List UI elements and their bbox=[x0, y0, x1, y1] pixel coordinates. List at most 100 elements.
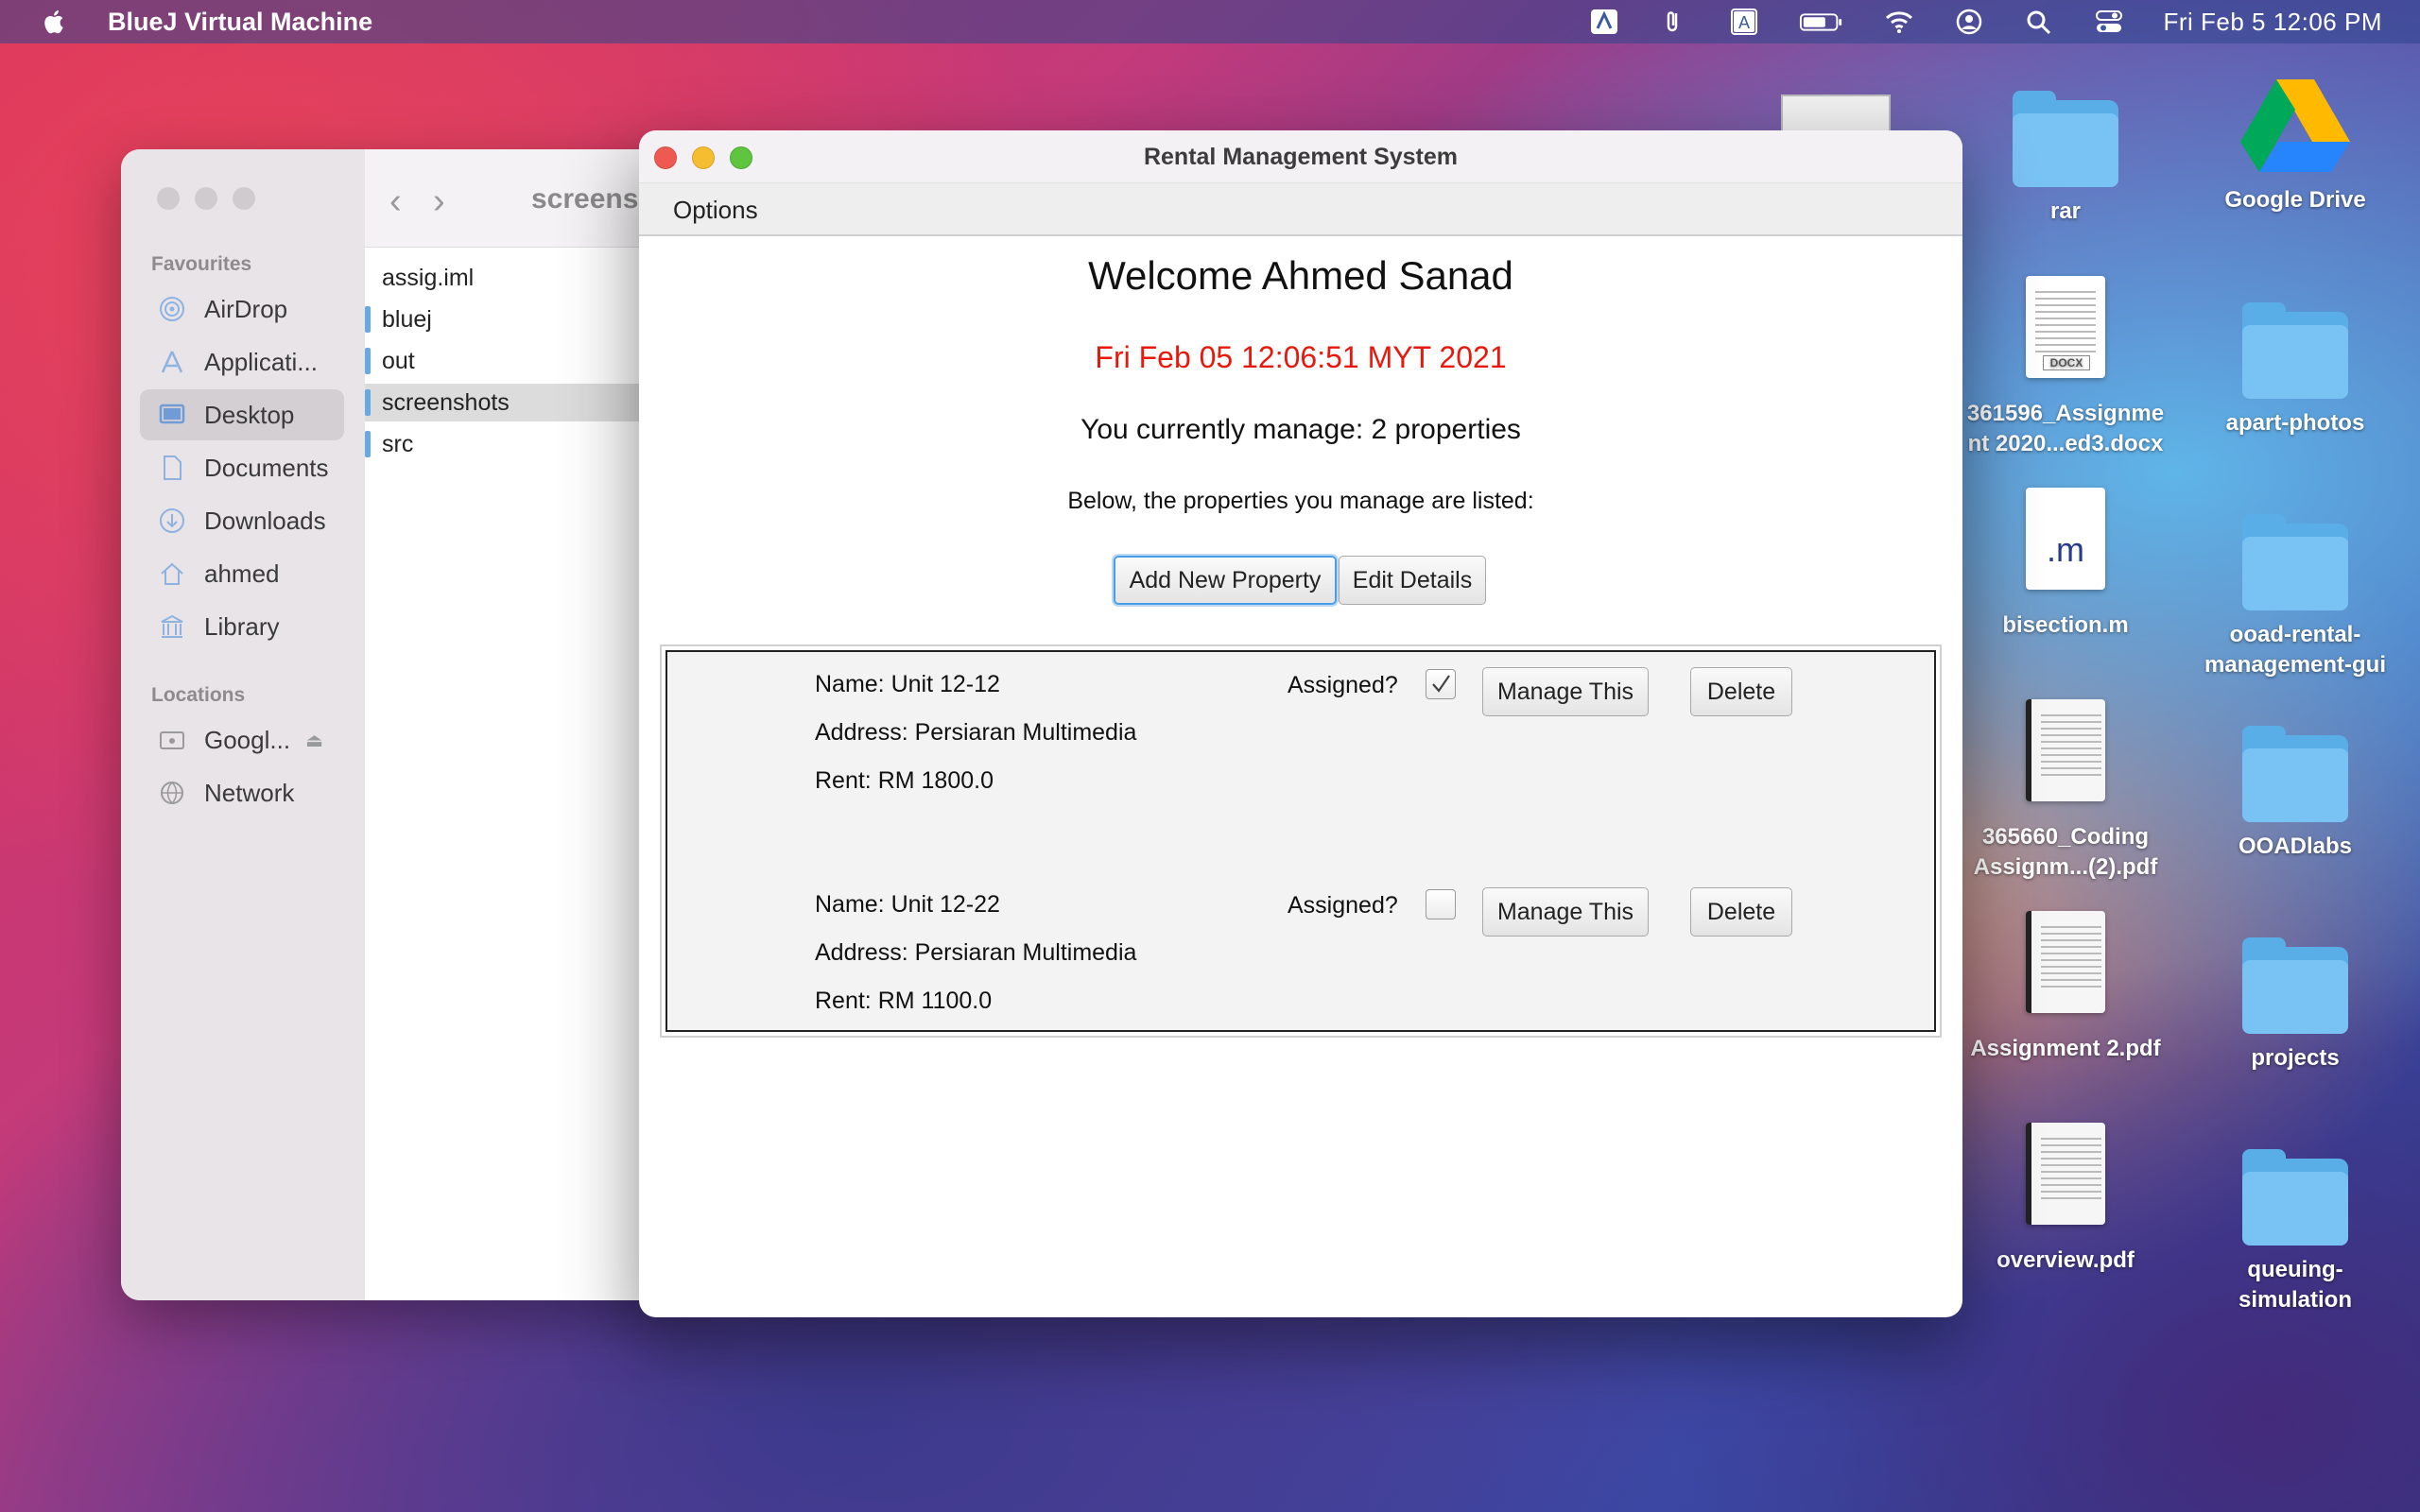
apple-icon[interactable] bbox=[38, 5, 72, 39]
wifi-icon[interactable] bbox=[1883, 8, 1915, 36]
manage-this-button[interactable]: Manage This bbox=[1482, 887, 1649, 936]
pdf-file-icon bbox=[2009, 699, 2122, 816]
desktop-icon-coding-assignment[interactable]: 365660_Coding Assignm...(2).pdf bbox=[1957, 699, 2174, 883]
back-icon[interactable]: ‹ bbox=[389, 181, 402, 222]
folder-icon bbox=[365, 389, 371, 416]
keyboard-a-icon[interactable]: A bbox=[1728, 8, 1760, 36]
properties-list: Name: Unit 12-12 Address: Persiaran Mult… bbox=[660, 644, 1942, 1038]
folder-icon bbox=[365, 431, 371, 457]
google-drive-icon bbox=[2238, 72, 2352, 191]
eject-icon[interactable]: ⏏ bbox=[305, 729, 323, 752]
spotlight-icon[interactable] bbox=[2023, 8, 2055, 36]
desktop-icon-apart-photos[interactable]: apart-photos bbox=[2187, 299, 2404, 438]
file-name: src bbox=[382, 430, 414, 457]
m-file-icon: .m bbox=[2009, 488, 2122, 605]
desktop-icon-label: OOADlabs bbox=[2238, 833, 2353, 859]
sidebar-item-label: ahmed bbox=[204, 558, 280, 588]
docx-file-icon: DOCX bbox=[2009, 276, 2122, 393]
delete-button[interactable]: Delete bbox=[1690, 667, 1792, 716]
checkmark-icon bbox=[1432, 675, 1450, 693]
favourites-header: Favourites bbox=[151, 253, 252, 275]
file-name: out bbox=[382, 347, 415, 374]
desktop-icon-docx[interactable]: DOCX 361596_Assignme nt 2020...ed3.docx bbox=[1957, 276, 2174, 459]
sidebar-item-library[interactable]: Library bbox=[140, 601, 344, 652]
minimize-button[interactable] bbox=[195, 187, 217, 210]
desktop-icon-projects[interactable]: projects bbox=[2187, 934, 2404, 1074]
finder-title: screens bbox=[531, 183, 639, 215]
desktop-icon-assignment-2[interactable]: Assignment 2.pdf bbox=[1957, 911, 2174, 1064]
desktop-icon bbox=[157, 400, 187, 430]
desktop-icon-google-drive[interactable]: Google Drive bbox=[2187, 72, 2404, 215]
rental-management-window: Rental Management System Options Welcome… bbox=[639, 130, 1962, 1317]
folder-icon bbox=[2238, 934, 2352, 1038]
desktop-icon-label: ooad-rental-management-gui bbox=[2204, 622, 2387, 678]
svg-text:A: A bbox=[1738, 13, 1750, 32]
sidebar-item-airdrop[interactable]: AirDrop bbox=[140, 284, 344, 335]
applications-icon bbox=[157, 347, 187, 377]
sidebar-item-label: Network bbox=[204, 778, 295, 807]
assigned-checkbox[interactable] bbox=[1426, 889, 1456, 919]
sidebar-item-label: Library bbox=[204, 611, 280, 641]
menu-bar-app: Options bbox=[639, 183, 1962, 236]
desktop-icon-label: apart-photos bbox=[2225, 410, 2365, 436]
folder-icon bbox=[2238, 299, 2352, 403]
window-controls bbox=[157, 187, 255, 210]
sidebar-item-google-drive[interactable]: Googl... ⏏ bbox=[140, 714, 344, 765]
property-count: You currently manage: 2 properties bbox=[1080, 414, 1521, 445]
list-intro: Below, the properties you manage are lis… bbox=[1067, 488, 1534, 514]
file-name: screenshots bbox=[382, 388, 510, 416]
assigned-label: Assigned? bbox=[1288, 672, 1398, 698]
sidebar-item-applications[interactable]: Applicati... bbox=[140, 336, 344, 387]
desktop-icon-ooad-rental[interactable]: ooad-rental-management-gui bbox=[2187, 510, 2404, 680]
sidebar-item-network[interactable]: Network bbox=[140, 767, 344, 818]
zoom-button[interactable] bbox=[233, 187, 255, 210]
desktop-icon-queuing-simulation[interactable]: queuing-simulation bbox=[2187, 1145, 2404, 1315]
sidebar-item-label: Googl... bbox=[204, 725, 291, 754]
desktop-icon-label: Assignment 2.pdf bbox=[1970, 1036, 2161, 1061]
options-menu[interactable]: Options bbox=[673, 183, 758, 236]
property-rent: Rent: RM 1800.0 bbox=[815, 767, 994, 794]
title-bar: Rental Management System bbox=[639, 130, 1962, 183]
app-name[interactable]: BlueJ Virtual Machine bbox=[108, 8, 372, 37]
folder-icon bbox=[365, 306, 371, 333]
pdf-file-icon bbox=[2009, 911, 2122, 1028]
sidebar-item-downloads[interactable]: Downloads bbox=[140, 495, 344, 546]
property-address: Address: Persiaran Multimedia bbox=[815, 939, 1137, 966]
control-center-icon[interactable] bbox=[2093, 8, 2125, 36]
file-name: bluej bbox=[382, 305, 432, 333]
desktop-icon-ooadlabs[interactable]: OOADlabs bbox=[2187, 722, 2404, 862]
assigned-checkbox[interactable] bbox=[1426, 669, 1456, 699]
text-input-a-icon[interactable] bbox=[1588, 8, 1620, 36]
datetime-label: Fri Feb 05 12:06:51 MYT 2021 bbox=[1095, 340, 1507, 374]
desktop-icon-label: bisection.m bbox=[2002, 612, 2129, 638]
menubar-clock[interactable]: Fri Feb 5 12:06 PM bbox=[2163, 8, 2382, 37]
folder-icon bbox=[2238, 722, 2352, 826]
forward-icon[interactable]: › bbox=[433, 181, 445, 222]
add-new-property-button[interactable]: Add New Property bbox=[1114, 556, 1337, 605]
delete-button[interactable]: Delete bbox=[1690, 887, 1792, 936]
property-name: Name: Unit 12-12 bbox=[815, 671, 1000, 697]
sidebar-item-documents[interactable]: Documents bbox=[140, 442, 344, 493]
battery-icon[interactable] bbox=[1798, 8, 1845, 36]
library-icon bbox=[157, 611, 187, 642]
properties-panel: Name: Unit 12-12 Address: Persiaran Mult… bbox=[666, 650, 1936, 1032]
desktop-icon-rar[interactable]: rar bbox=[1957, 87, 2174, 227]
screenshot-thumbnail-icon[interactable] bbox=[1781, 94, 1891, 132]
airdrop-icon bbox=[157, 294, 187, 324]
locations-header: Locations bbox=[151, 684, 246, 706]
sidebar-item-ahmed[interactable]: ahmed bbox=[140, 548, 344, 599]
paperclip-icon[interactable] bbox=[1658, 8, 1690, 36]
desktop-icon-overview[interactable]: overview.pdf bbox=[1957, 1123, 2174, 1276]
network-icon bbox=[157, 778, 187, 808]
desktop-icon-label: projects bbox=[2251, 1045, 2340, 1071]
desktop-icon-label: overview.pdf bbox=[1996, 1247, 2135, 1273]
manage-this-button[interactable]: Manage This bbox=[1482, 667, 1649, 716]
user-icon[interactable] bbox=[1953, 8, 1985, 36]
desktop-icon-bisection[interactable]: .m bisection.m bbox=[1957, 488, 2174, 641]
welcome-heading: Welcome Ahmed Sanad bbox=[1088, 253, 1513, 298]
edit-details-button[interactable]: Edit Details bbox=[1339, 556, 1486, 605]
folder-icon bbox=[2009, 87, 2122, 191]
close-button[interactable] bbox=[157, 187, 180, 210]
sidebar-item-desktop[interactable]: Desktop bbox=[140, 389, 344, 440]
sidebar-item-label: Downloads bbox=[204, 506, 326, 535]
